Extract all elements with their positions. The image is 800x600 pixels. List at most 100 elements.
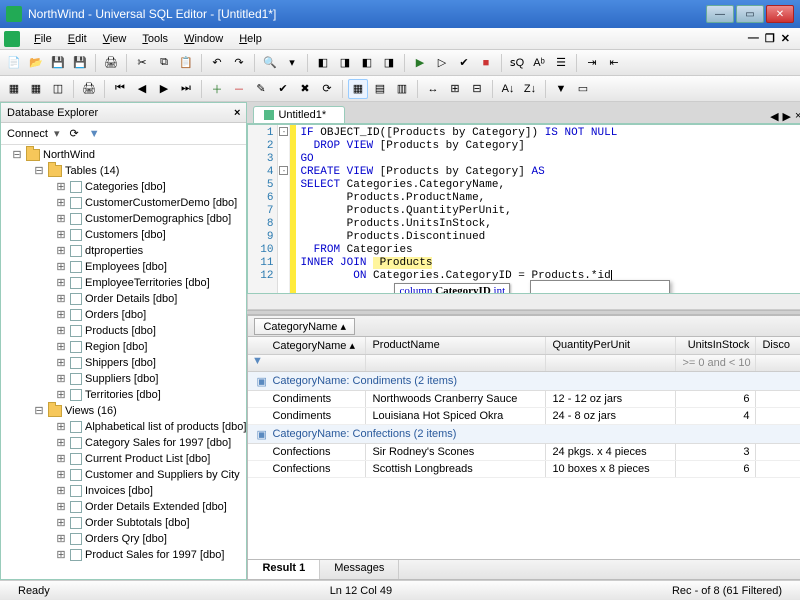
column-header[interactable]: QuantityPerUnit	[546, 337, 676, 354]
tree-table[interactable]: dtproperties	[85, 245, 143, 257]
tree-table[interactable]: Region [dbo]	[85, 341, 147, 353]
explorer-close-button[interactable]: ×	[234, 107, 240, 119]
expand-icon[interactable]: ⊞	[55, 436, 67, 450]
refresh-explorer-button[interactable]: ⟳	[70, 127, 79, 140]
menu-view[interactable]: View	[95, 31, 135, 47]
sql-editor[interactable]: 123456789101112 - - IF OBJECT_ID([Produc…	[247, 124, 800, 294]
mdi-close-button[interactable]: ✕	[781, 32, 790, 45]
paste-button[interactable]: 📋	[176, 53, 196, 73]
tree-table[interactable]: Orders [dbo]	[85, 309, 146, 321]
bookmark-prev-button[interactable]: ◧	[357, 53, 377, 73]
table-row[interactable]: CondimentsLouisiana Hot Spiced Okra24 - …	[248, 408, 800, 425]
edit-record-button[interactable]: ✎	[251, 79, 271, 99]
group-row[interactable]: CategoryName: Confections (2 items)	[248, 425, 800, 444]
menu-edit[interactable]: Edit	[60, 31, 95, 47]
code-area[interactable]: IF OBJECT_ID([Products by Category]) IS …	[296, 125, 800, 293]
tree-table[interactable]: Territories [dbo]	[85, 389, 161, 401]
table-row[interactable]: ConfectionsScottish Longbreads10 boxes x…	[248, 461, 800, 478]
tree-view[interactable]: Category Sales for 1997 [dbo]	[85, 437, 231, 449]
find-dropdown-button[interactable]: ▾	[282, 53, 302, 73]
tree-table[interactable]: Categories [dbo]	[85, 181, 166, 193]
expand-icon[interactable]: ⊞	[55, 292, 67, 306]
tree-table[interactable]: Employees [dbo]	[85, 261, 167, 273]
expand-icon[interactable]: ⊞	[55, 228, 67, 242]
tree-table[interactable]: CustomerDemographics [dbo]	[85, 213, 231, 225]
find-button[interactable]: 🔍	[260, 53, 280, 73]
bookmark-button[interactable]: ◧	[313, 53, 333, 73]
expand-icon[interactable]: ⊞	[55, 276, 67, 290]
add-record-button[interactable]: ＋	[207, 79, 227, 99]
refresh-button[interactable]: ⟳	[317, 79, 337, 99]
autocomplete-popup[interactable]: CategoryID ProductID SupplierID	[530, 280, 670, 293]
options-button[interactable]: ☰	[551, 53, 571, 73]
fold-icon[interactable]: -	[279, 166, 288, 175]
fold-icon[interactable]: -	[279, 127, 288, 136]
filter-row[interactable]: ▼ >= 0 and < 10	[248, 355, 800, 372]
export-button[interactable]: ▦	[4, 79, 24, 99]
group-panel-button[interactable]: ▦	[348, 79, 368, 99]
tree-table[interactable]: Products [dbo]	[85, 325, 156, 337]
column-header[interactable]: Disco	[756, 337, 800, 354]
prev-record-button[interactable]: ◀	[132, 79, 152, 99]
tree-view[interactable]: Customer and Suppliers by City	[85, 469, 240, 481]
tree-view[interactable]: Order Subtotals [dbo]	[85, 517, 190, 529]
grid-print-button[interactable]: 🖨	[79, 79, 99, 99]
expand-icon[interactable]: ⊞	[55, 212, 67, 226]
tree-view[interactable]: Invoices [dbo]	[85, 485, 153, 497]
expand-icon[interactable]: ⊞	[55, 340, 67, 354]
expand-icon[interactable]: ⊞	[55, 500, 67, 514]
expand-icon[interactable]: ⊞	[55, 484, 67, 498]
uncomment-button[interactable]: ⇤	[604, 53, 624, 73]
table-row[interactable]: CondimentsNorthwoods Cranberry Sauce12 -…	[248, 391, 800, 408]
expand-icon[interactable]: ⊞	[55, 532, 67, 546]
collapse-all-button[interactable]: ⊟	[467, 79, 487, 99]
sort-desc-button[interactable]: Z↓	[520, 79, 540, 99]
expand-icon[interactable]: ⊞	[55, 180, 67, 194]
filter-explorer-button[interactable]: ▼	[89, 128, 100, 140]
messages-tab[interactable]: Messages	[320, 560, 399, 579]
sql-icon[interactable]: ꜱQ	[507, 53, 527, 73]
delete-record-button[interactable]: －	[229, 79, 249, 99]
open-button[interactable]: 📂	[26, 53, 46, 73]
expand-icon[interactable]: ⊞	[55, 324, 67, 338]
print-button[interactable]: 🖨	[101, 53, 121, 73]
undo-button[interactable]: ↶	[207, 53, 227, 73]
tree-view[interactable]: Orders Qry [dbo]	[85, 533, 167, 545]
maximize-button[interactable]: ▭	[736, 5, 764, 23]
close-button[interactable]: ✕	[766, 5, 794, 23]
grid-header[interactable]: CategoryName ▴ ProductName QuantityPerUn…	[248, 337, 800, 355]
expand-icon[interactable]: ⊞	[55, 372, 67, 386]
redo-button[interactable]: ↷	[229, 53, 249, 73]
first-record-button[interactable]: ⏮	[110, 79, 130, 99]
mdi-minimize-button[interactable]: —	[748, 32, 759, 45]
new-button[interactable]: 📄	[4, 53, 24, 73]
expand-icon[interactable]: ⊞	[55, 388, 67, 402]
last-record-button[interactable]: ⏭	[176, 79, 196, 99]
stop-button[interactable]: ■	[476, 53, 496, 73]
expand-icon[interactable]: ⊞	[55, 548, 67, 562]
group-by-panel[interactable]: CategoryName ▴	[247, 315, 800, 337]
export-excel-button[interactable]: ▦	[26, 79, 46, 99]
menu-file[interactable]: File	[26, 31, 60, 47]
tree-view[interactable]: Order Details Extended [dbo]	[85, 501, 227, 513]
expand-icon[interactable]: ⊟	[33, 164, 45, 178]
column-header[interactable]: ProductName	[366, 337, 546, 354]
results-grid[interactable]: CategoryName ▴ ProductName QuantityPerUn…	[247, 337, 800, 560]
tree-table[interactable]: Suppliers [dbo]	[85, 373, 158, 385]
bookmark-next-button[interactable]: ◨	[335, 53, 355, 73]
expand-icon[interactable]: ⊞	[55, 308, 67, 322]
comment-button[interactable]: ⇥	[582, 53, 602, 73]
expand-all-button[interactable]: ⊞	[445, 79, 465, 99]
result-tab[interactable]: Result 1	[248, 560, 320, 579]
saveall-button[interactable]: 💾	[70, 53, 90, 73]
menu-tools[interactable]: Tools	[134, 31, 176, 47]
tree-table[interactable]: CustomerCustomerDemo [dbo]	[85, 197, 237, 209]
tree-view[interactable]: Current Product List [dbo]	[85, 453, 210, 465]
tree-view[interactable]: Alphabetical list of products [dbo]	[85, 421, 246, 433]
tree-table[interactable]: Order Details [dbo]	[85, 293, 177, 305]
filter-cell[interactable]: >= 0 and < 10	[676, 355, 756, 371]
save-button[interactable]: 💾	[48, 53, 68, 73]
funnel-icon[interactable]: ▼	[248, 355, 266, 371]
mdi-restore-button[interactable]: ❐	[765, 32, 775, 45]
tab-prev-button[interactable]: ◀	[770, 110, 778, 123]
